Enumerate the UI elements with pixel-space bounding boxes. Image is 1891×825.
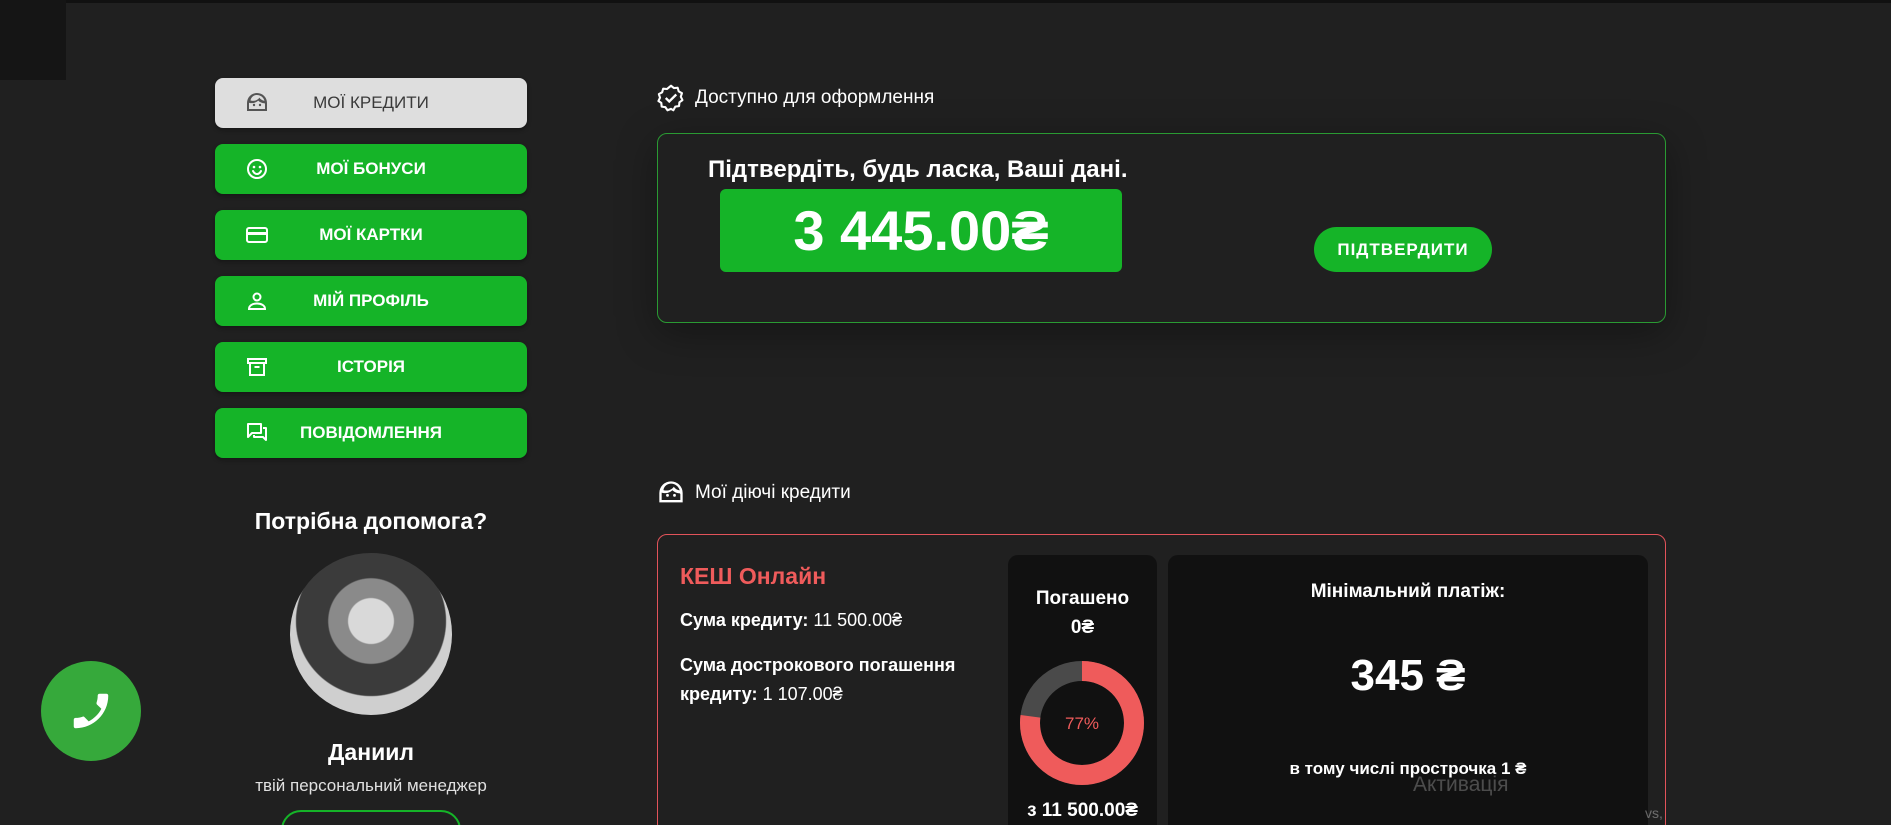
sidebar-item-label: МІЙ ПРОФІЛЬ: [313, 291, 429, 310]
sidebar-item-my-profile[interactable]: МІЙ ПРОФІЛЬ: [215, 276, 527, 326]
smile-icon: [247, 159, 267, 179]
chat-icon: [247, 423, 267, 441]
corner-block: [0, 0, 66, 80]
sidebar-item-label: МОЇ КРЕДИТИ: [313, 93, 429, 112]
top-border: [0, 0, 1891, 3]
call-button[interactable]: [41, 661, 141, 761]
repaid-progress-donut: 77%: [1020, 661, 1144, 785]
sidebar-item-my-credits[interactable]: МОЇ КРЕДИТИ: [215, 78, 527, 128]
credit-early-value: 1 107.00₴: [762, 684, 843, 704]
credit-sum-value: 11 500.00₴: [813, 610, 903, 630]
donut-percent-label: 77%: [1065, 714, 1099, 733]
face-icon: [247, 93, 267, 111]
manager-role: твій персональний менеджер: [255, 776, 487, 795]
sidebar-item-my-bonuses[interactable]: МОЇ БОНУСИ: [215, 144, 527, 194]
repaid-card: Погашено 0₴ 77% з 11 500.00₴: [1008, 555, 1157, 825]
manager-avatar: [290, 553, 452, 715]
credit-sum: Сума кредиту: 11 500.00₴: [680, 606, 1010, 635]
confirm-title: Підтвердіть, будь ласка, Ваші дані.: [708, 156, 1128, 183]
help-section: Потрібна допомога? Даниил твій персональ…: [215, 508, 527, 825]
credit-name: КЕШ Онлайн: [680, 563, 827, 589]
sidebar-item-label: ПОВІДОМЛЕННЯ: [300, 423, 442, 442]
overdue-amount: в тому числі прострочка 1 ₴: [1289, 759, 1527, 778]
available-amount: 3 445.00₴: [720, 189, 1122, 272]
available-heading-text: Доступно для оформлення: [695, 87, 935, 108]
available-heading: Доступно для оформлення: [657, 84, 934, 112]
archive-icon: [247, 358, 267, 376]
help-title: Потрібна допомога?: [254, 508, 488, 534]
watermark-small-text: vs,: [1645, 805, 1663, 821]
sidebar-item-label: ІСТОРІЯ: [336, 357, 406, 376]
repaid-value: 0₴: [1070, 617, 1095, 638]
sidebar-item-history[interactable]: ІСТОРІЯ: [215, 342, 527, 392]
confirm-button[interactable]: ПІДТВЕРДИТИ: [1314, 227, 1492, 272]
repaid-total: з 11 500.00₴: [1027, 800, 1138, 821]
sidebar-item-my-cards[interactable]: МОЇ КАРТКИ: [215, 210, 527, 260]
phone-icon: [73, 693, 109, 729]
sidebar-item-label: МОЇ КАРТКИ: [319, 225, 423, 244]
available-panel: Підтвердіть, будь ласка, Ваші дані. 3 44…: [657, 133, 1666, 323]
minimum-payment-title: Мінімальний платіж:: [1310, 581, 1506, 602]
minimum-payment-card: Мінімальний платіж: 345 ₴ в тому числі п…: [1168, 555, 1648, 825]
credit-early-repayment: Сума дострокового погашення кредиту: 1 1…: [680, 651, 1010, 709]
active-credits-heading: Мої діючі кредити: [657, 479, 851, 507]
sidebar: МОЇ КРЕДИТИ МОЇ БОНУСИ МОЇ КАРТКИ МІЙ ПР…: [215, 78, 527, 474]
face-icon: [659, 481, 683, 503]
manager-name: Даниил: [328, 739, 414, 765]
contact-manager-button[interactable]: [281, 810, 461, 825]
sidebar-item-label: МОЇ БОНУСИ: [316, 159, 426, 178]
credit-card: КЕШ Онлайн Сума кредиту: 11 500.00₴ Сума…: [657, 534, 1666, 825]
sidebar-item-messages[interactable]: ПОВІДОМЛЕННЯ: [215, 408, 527, 458]
repaid-label: Погашено: [1035, 588, 1130, 609]
watermark-text: Активація: [1413, 773, 1509, 796]
minimum-payment-amount: 345 ₴: [1350, 651, 1466, 700]
credit-sum-label: Сума кредиту:: [680, 610, 809, 630]
active-credits-heading-text: Мої діючі кредити: [695, 482, 851, 503]
credit-card-icon: [246, 227, 268, 243]
person-icon: [247, 292, 267, 310]
verified-badge-icon: [657, 84, 684, 112]
repaid-title: Погашено 0₴: [1008, 584, 1157, 642]
